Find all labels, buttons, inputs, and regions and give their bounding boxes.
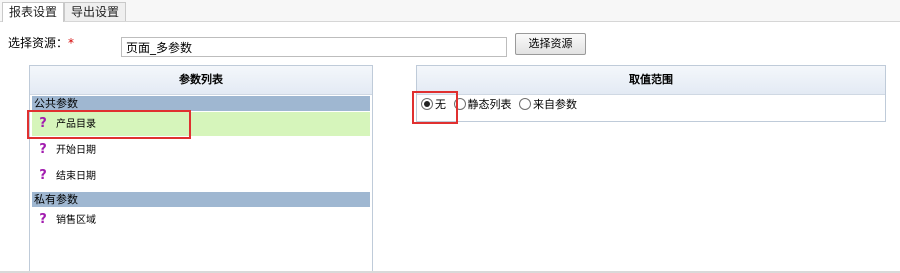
radio-label: 来自参数 (533, 98, 577, 111)
radio-label: 静态列表 (467, 98, 512, 111)
param-item-end-date[interactable]: ? 结束日期 (32, 164, 370, 188)
radio-unchecked-icon (519, 98, 531, 110)
param-item-start-date[interactable]: ? 开始日期 (32, 138, 370, 162)
required-mark: * (68, 36, 75, 50)
tab-report-settings[interactable]: 报表设置 (2, 2, 65, 22)
param-item-label: 结束日期 (56, 171, 96, 182)
radio-from-param[interactable]: 来自参数 (519, 96, 577, 114)
tab-bar: 报表设置 导出设置 (0, 0, 900, 22)
group-private-params: 私有参数 (32, 192, 370, 207)
group-public-params: 公共参数 (32, 96, 370, 111)
question-mark-icon: ? (39, 168, 47, 183)
select-resource-button[interactable]: 选择资源 (515, 33, 586, 55)
radio-none[interactable]: 无 (421, 96, 446, 114)
value-range-panel: 取值范围 无 静态列表 来自参数 (416, 65, 886, 122)
param-item-label: 产品目录 (56, 119, 96, 130)
select-resource-label-text: 选择资源： (8, 36, 69, 50)
param-item-sales-region[interactable]: ? 销售区域 (32, 208, 370, 232)
radio-unchecked-icon (453, 98, 466, 110)
resource-input[interactable] (121, 37, 507, 57)
tab-export-settings[interactable]: 导出设置 (64, 2, 127, 21)
question-mark-icon: ? (39, 212, 47, 227)
question-mark-icon: ? (39, 116, 47, 131)
param-item-label: 销售区域 (56, 215, 96, 226)
param-list-panel: 参数列表 公共参数 ? 产品目录 ? 开始日期 ? 结束日期 私有参数 ? 销售区域 (29, 65, 373, 273)
radio-static-list[interactable]: 静态列表 (453, 96, 512, 114)
radio-label: 无 (435, 98, 446, 111)
question-mark-icon: ? (39, 142, 47, 157)
value-range-header: 取值范围 (417, 66, 885, 95)
radio-checked-icon (421, 98, 433, 110)
value-range-options: 无 静态列表 来自参数 (421, 96, 581, 114)
param-item-product-catalog[interactable]: ? 产品目录 (32, 112, 370, 136)
select-resource-label: 选择资源：* (8, 34, 74, 51)
tab-divider (0, 21, 900, 22)
param-item-label: 开始日期 (56, 145, 96, 156)
param-list-header: 参数列表 (30, 66, 372, 95)
